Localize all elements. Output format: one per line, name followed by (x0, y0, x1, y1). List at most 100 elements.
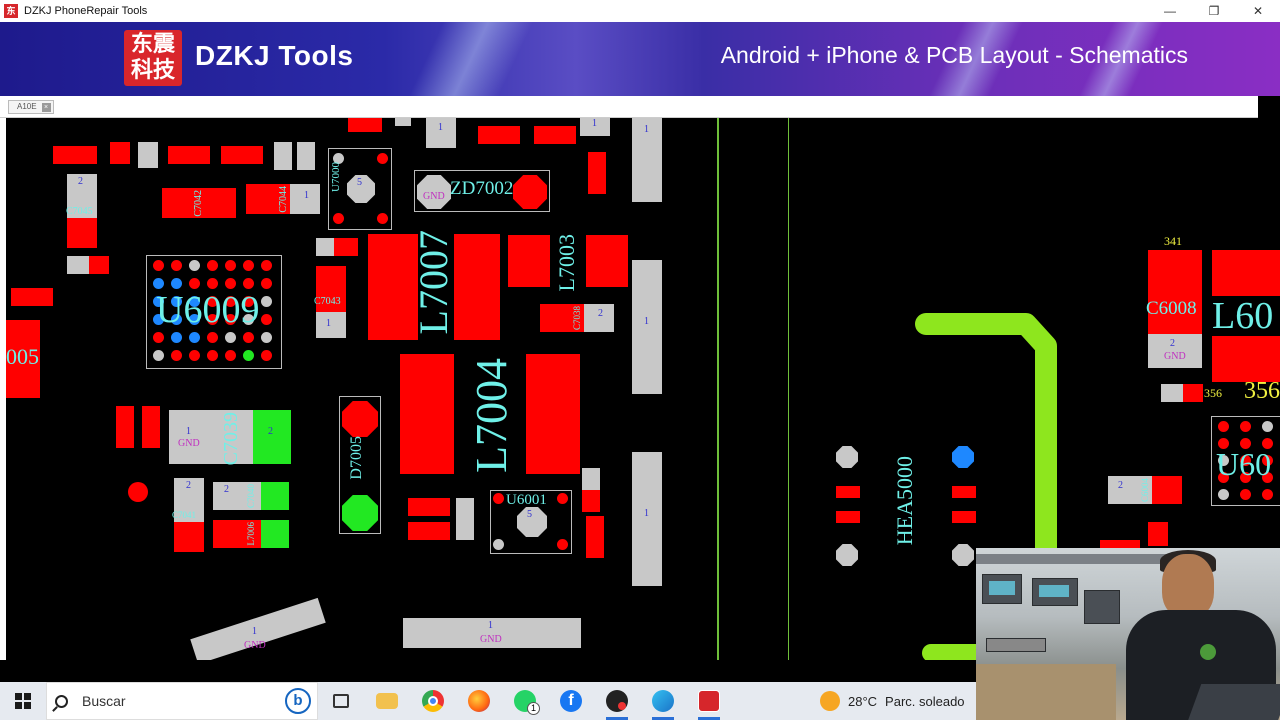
c7040-label: C7040 (246, 484, 256, 509)
hea5000-pad[interactable] (836, 511, 860, 523)
zd7002-label: ZD7002 (450, 178, 514, 199)
pcb-capacitor[interactable] (53, 146, 97, 164)
u6001-label: U6001 (506, 492, 547, 508)
gnd-label: GND (480, 634, 502, 645)
bga-ball (1262, 489, 1273, 500)
pcb-capacitor[interactable] (1161, 384, 1203, 402)
bga-ball (171, 350, 182, 361)
pcb-capacitor[interactable] (395, 118, 411, 126)
pcb-capacitor[interactable] (297, 142, 315, 170)
pad-number: 2 (1118, 480, 1123, 491)
bga-ball (207, 350, 218, 361)
pcb-capacitor[interactable] (168, 146, 210, 164)
pcb-capacitor[interactable] (534, 126, 576, 144)
pcb-capacitor[interactable] (316, 238, 358, 256)
bga-ball (261, 260, 272, 271)
windows-logo-icon (15, 693, 31, 709)
pcb-capacitor[interactable] (582, 468, 600, 512)
app-icon (606, 690, 628, 712)
file-explorer-button[interactable] (364, 682, 410, 720)
pcb-capacitor[interactable] (110, 142, 130, 164)
pcb-capacitor[interactable] (11, 288, 53, 306)
maximize-button[interactable]: ❐ (1192, 0, 1236, 22)
pcb-pad-long[interactable] (632, 260, 662, 394)
task-view-button[interactable] (318, 682, 364, 720)
l60-label: L60 (1212, 295, 1274, 337)
tab-close-icon[interactable]: × (41, 103, 51, 112)
weather-description: Parc. soleado (885, 693, 965, 709)
hea5000-pad[interactable] (836, 544, 858, 566)
bga-ball (171, 260, 182, 271)
hea5000-pad[interactable] (952, 486, 976, 498)
bga-ball (261, 314, 272, 325)
bga-ball (1218, 421, 1229, 432)
net-label: 341 (1164, 234, 1182, 248)
pcb-capacitor[interactable] (348, 118, 382, 132)
start-button[interactable] (0, 682, 46, 720)
firefox-button[interactable] (456, 682, 502, 720)
app-button[interactable] (594, 682, 640, 720)
partly-sunny-icon (820, 691, 840, 711)
task-view-icon (333, 694, 349, 708)
c6008-label: C6008 (1146, 298, 1197, 319)
gnd-label: GND (244, 640, 266, 651)
pcb-capacitor[interactable] (142, 406, 160, 448)
bga-ball (189, 260, 200, 271)
dzkj-icon (698, 690, 720, 712)
hea5000-pad[interactable] (836, 446, 858, 468)
dzkj-logo: 东震 科技 (124, 30, 182, 86)
u7000-label: U7000 (330, 162, 342, 192)
whatsapp-button[interactable]: 1 (502, 682, 548, 720)
pcb-capacitor[interactable] (116, 406, 134, 448)
pcb-capacitor[interactable] (586, 516, 604, 558)
bing-icon[interactable]: b (285, 688, 311, 714)
pcb-capacitor[interactable] (408, 498, 450, 516)
bga-ball (171, 332, 182, 343)
dzkj-taskbar-button[interactable] (686, 682, 732, 720)
pcb-capacitor[interactable] (138, 142, 158, 168)
pcb-capacitor[interactable] (456, 498, 474, 540)
hea5000-pad[interactable] (836, 486, 860, 498)
pcb-capacitor[interactable] (221, 146, 263, 164)
facebook-button[interactable]: f (548, 682, 594, 720)
search-input[interactable]: Buscar (82, 693, 285, 709)
pcb-capacitor[interactable] (588, 152, 606, 194)
pcb-capacitor[interactable] (1148, 522, 1168, 546)
c7041-label: C7041 (172, 510, 197, 520)
window-title: DZKJ PhoneRepair Tools (24, 5, 148, 17)
c7045-label: C7045 (66, 206, 93, 217)
partial-chip-label: 005 (6, 344, 39, 369)
close-button[interactable]: ✕ (1236, 0, 1280, 22)
u60-label: U60 (1216, 446, 1272, 482)
window-titlebar: 东 DZKJ PhoneRepair Tools — ❐ ✕ (0, 0, 1280, 22)
pad-number: 5 (357, 177, 362, 188)
pad-number: 1 (304, 190, 309, 201)
weather-widget[interactable]: 28°C Parc. soleado (820, 682, 965, 720)
taskbar-search[interactable]: Buscar b (46, 682, 318, 720)
l7003-label: L7003 (554, 234, 579, 292)
notification-badge: 1 (527, 702, 540, 715)
pcb-capacitor[interactable] (478, 126, 520, 144)
c6004-label: C6004 (1140, 478, 1150, 503)
bga-ball (243, 260, 254, 271)
app-root: 东 DZKJ PhoneRepair Tools — ❐ ✕ 东震 科技 DZKJ… (0, 0, 1280, 720)
workbench-shelf (976, 554, 1176, 564)
minimize-button[interactable]: — (1148, 0, 1192, 22)
gnd-label: GND (423, 191, 445, 202)
pad-number: 1 (186, 426, 191, 437)
document-tab[interactable]: A10E × (8, 100, 54, 114)
pcb-green-trace (915, 313, 1057, 558)
chrome-button[interactable] (410, 682, 456, 720)
bga-ball (243, 350, 254, 361)
c7042-label: C7042 (193, 190, 204, 217)
hea5000-pad[interactable] (952, 511, 976, 523)
brand-name: DZKJ Tools (195, 40, 354, 71)
pcb-capacitor[interactable] (67, 256, 109, 274)
pcb-capacitor[interactable] (408, 522, 450, 540)
bench-device (982, 574, 1022, 604)
bga-ball (1240, 421, 1251, 432)
pcb-capacitor[interactable] (274, 142, 292, 170)
edge-button[interactable] (640, 682, 686, 720)
pad-number: 1 (644, 124, 649, 135)
pcb-pad-long[interactable] (632, 452, 662, 586)
